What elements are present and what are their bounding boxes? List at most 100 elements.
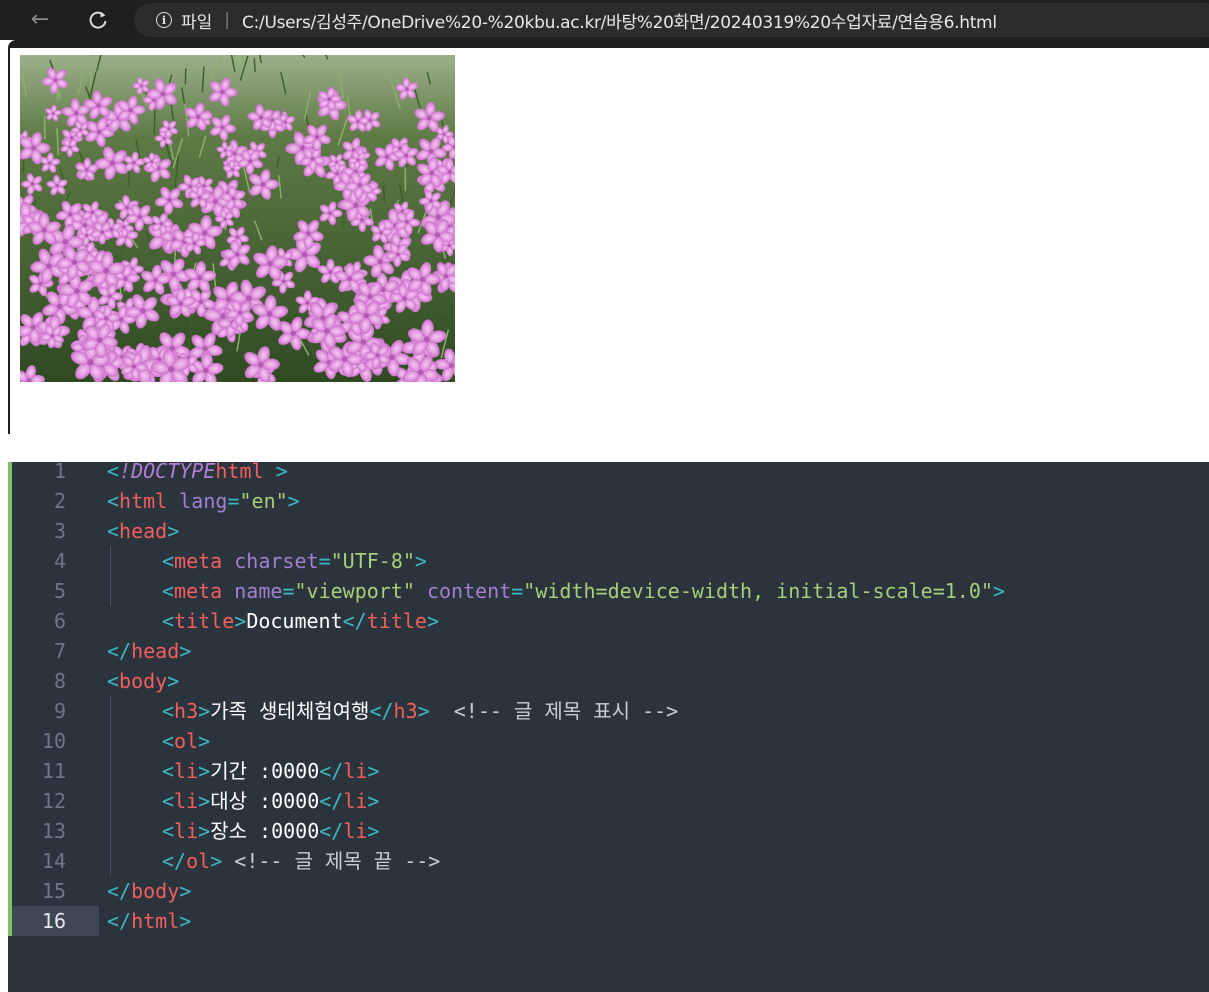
reload-icon[interactable] — [84, 6, 112, 34]
code-token-tag: ol — [186, 849, 211, 873]
code-token-tag: head — [131, 639, 180, 663]
code-token-p2: > — [198, 789, 211, 813]
code-token-p1: < — [162, 609, 175, 633]
flower-photo-svg — [20, 55, 455, 382]
code-token-p2: > — [198, 759, 211, 783]
line-number: 2 — [53, 489, 66, 513]
address-bar[interactable]: i 파일 | C:/Users/김성주/OneDrive%20-%20kbu.a… — [134, 3, 1209, 37]
code-line[interactable]: <li>대상 :0000</li> — [162, 786, 379, 816]
code-line[interactable]: <ol> — [162, 726, 210, 756]
code-token-tag: html — [131, 909, 180, 933]
code-token-tag: li — [174, 789, 199, 813]
code-line[interactable]: <h3>가족 생테체험여행</h3> <!-- 글 제목 표시 --> — [162, 696, 678, 726]
url-text[interactable]: C:/Users/김성주/OneDrive%20-%20kbu.ac.kr/바탕… — [242, 8, 997, 33]
code-token-p2: > — [210, 849, 223, 873]
code-line[interactable]: <title>Document</title> — [162, 606, 439, 636]
code-token-tag: ol — [174, 729, 199, 753]
line-number: 8 — [53, 669, 66, 693]
line-number: 16 — [41, 909, 66, 933]
code-token-str: "UTF-8" — [330, 549, 415, 573]
line-number: 1 — [53, 459, 66, 483]
line-number: 3 — [53, 519, 66, 543]
line-number: 12 — [41, 789, 66, 813]
code-token-tag: title — [174, 609, 235, 633]
code-token-text: 가족 생테체험여행 — [210, 699, 370, 723]
code-token-text: 기간 :0000 — [210, 759, 320, 783]
code-token-p2: > — [234, 609, 247, 633]
code-token-doctype: !DOCTYPE — [119, 459, 216, 483]
code-line[interactable]: <body> — [107, 666, 179, 696]
url-separator: | — [224, 10, 231, 30]
code-token-tag2: li — [343, 789, 368, 813]
editor-left-edge — [0, 462, 8, 992]
code-token-p4: > — [426, 609, 439, 633]
code-token-attr: charset — [234, 549, 319, 573]
code-token-attr: lang — [179, 489, 228, 513]
code-token-text: 대상 :0000 — [210, 789, 320, 813]
code-token-p1: < — [162, 699, 175, 723]
code-token-sp — [264, 459, 276, 483]
code-token-tag: head — [119, 519, 168, 543]
code-token-p2: > — [275, 459, 288, 483]
code-token-attr: name — [234, 579, 283, 603]
code-line[interactable]: </html> — [107, 906, 191, 936]
line-number: 4 — [53, 549, 66, 573]
code-token-comment: <!-- 글 제목 표시 --> — [429, 699, 679, 723]
code-token-tag: meta — [174, 549, 223, 573]
code-token-tag: meta — [174, 579, 223, 603]
code-token-tag: body — [131, 879, 180, 903]
flower-image — [20, 55, 455, 382]
browser-toolbar: ← i 파일 | C:/Users/김성주/OneDrive%20-%20kbu… — [0, 0, 1209, 40]
info-icon[interactable]: i — [156, 12, 172, 28]
code-token-p2: > — [198, 819, 211, 843]
code-line[interactable]: <head> — [107, 516, 179, 546]
back-arrow-icon[interactable]: ← — [26, 6, 54, 34]
code-line[interactable]: <html lang="en"> — [107, 486, 300, 516]
line-number-gutter: 1 2 3 4 5 6 7 8 9 10 11 12 13 14 15 16 — [12, 459, 100, 992]
code-token-eq2: = — [511, 579, 524, 603]
code-line[interactable]: </body> — [107, 876, 191, 906]
code-token-p1: < — [162, 759, 175, 783]
code-token-tag2: title — [366, 609, 427, 633]
code-token-p2: > — [179, 879, 192, 903]
line-number: 14 — [41, 849, 66, 873]
code-line[interactable]: </ol> <!-- 글 제목 끝 --> — [162, 846, 440, 876]
code-line[interactable]: <meta charset="UTF-8"> — [162, 546, 427, 576]
code-token-text: 장소 :0000 — [210, 819, 320, 843]
code-token-p3: </ — [319, 789, 344, 813]
viewport-border — [8, 48, 10, 434]
code-token-p1: </ — [162, 849, 187, 873]
line-number: 9 — [53, 699, 66, 723]
line-number: 10 — [41, 729, 66, 753]
code-token-p1: < — [162, 579, 175, 603]
code-line[interactable]: <!DOCTYPEhtml > — [107, 456, 288, 486]
code-token-p1: </ — [107, 879, 132, 903]
line-number: 6 — [53, 609, 66, 633]
code-token-comment: <!-- 글 제목 끝 --> — [222, 849, 441, 873]
code-token-p3: </ — [369, 699, 394, 723]
code-token-p2: > — [287, 489, 300, 513]
code-token-sp2 — [415, 579, 427, 603]
code-token-p1: < — [162, 729, 175, 753]
code-token-tag2: h3 — [393, 699, 418, 723]
code-token-text: Document — [246, 609, 343, 633]
code-token-p1: < — [107, 519, 120, 543]
code-line[interactable]: <li>기간 :0000</li> — [162, 756, 379, 786]
code-token-p2: > — [179, 909, 192, 933]
code-token-p1: < — [162, 819, 175, 843]
code-token-p2: > — [198, 699, 211, 723]
code-line[interactable]: <li>장소 :0000</li> — [162, 816, 379, 846]
code-token-attr2: content — [426, 579, 512, 603]
code-token-eq: = — [227, 489, 240, 513]
code-token-p1: < — [162, 789, 175, 813]
code-token-sp — [222, 579, 234, 603]
code-token-tag: html — [215, 459, 264, 483]
code-token-tag: li — [174, 759, 199, 783]
code-line[interactable]: <meta name="viewport" content="width=dev… — [162, 576, 1005, 606]
code-line[interactable]: </head> — [107, 636, 191, 666]
code-token-sp — [167, 489, 179, 513]
code-token-p2: > — [992, 579, 1005, 603]
code-token-p4: > — [367, 759, 380, 783]
code-editor[interactable]: 1 2 3 4 5 6 7 8 9 10 11 12 13 14 15 16 <!DOCTYPEhtml > <… — [0, 459, 1209, 992]
reload-icon-svg — [89, 11, 107, 29]
